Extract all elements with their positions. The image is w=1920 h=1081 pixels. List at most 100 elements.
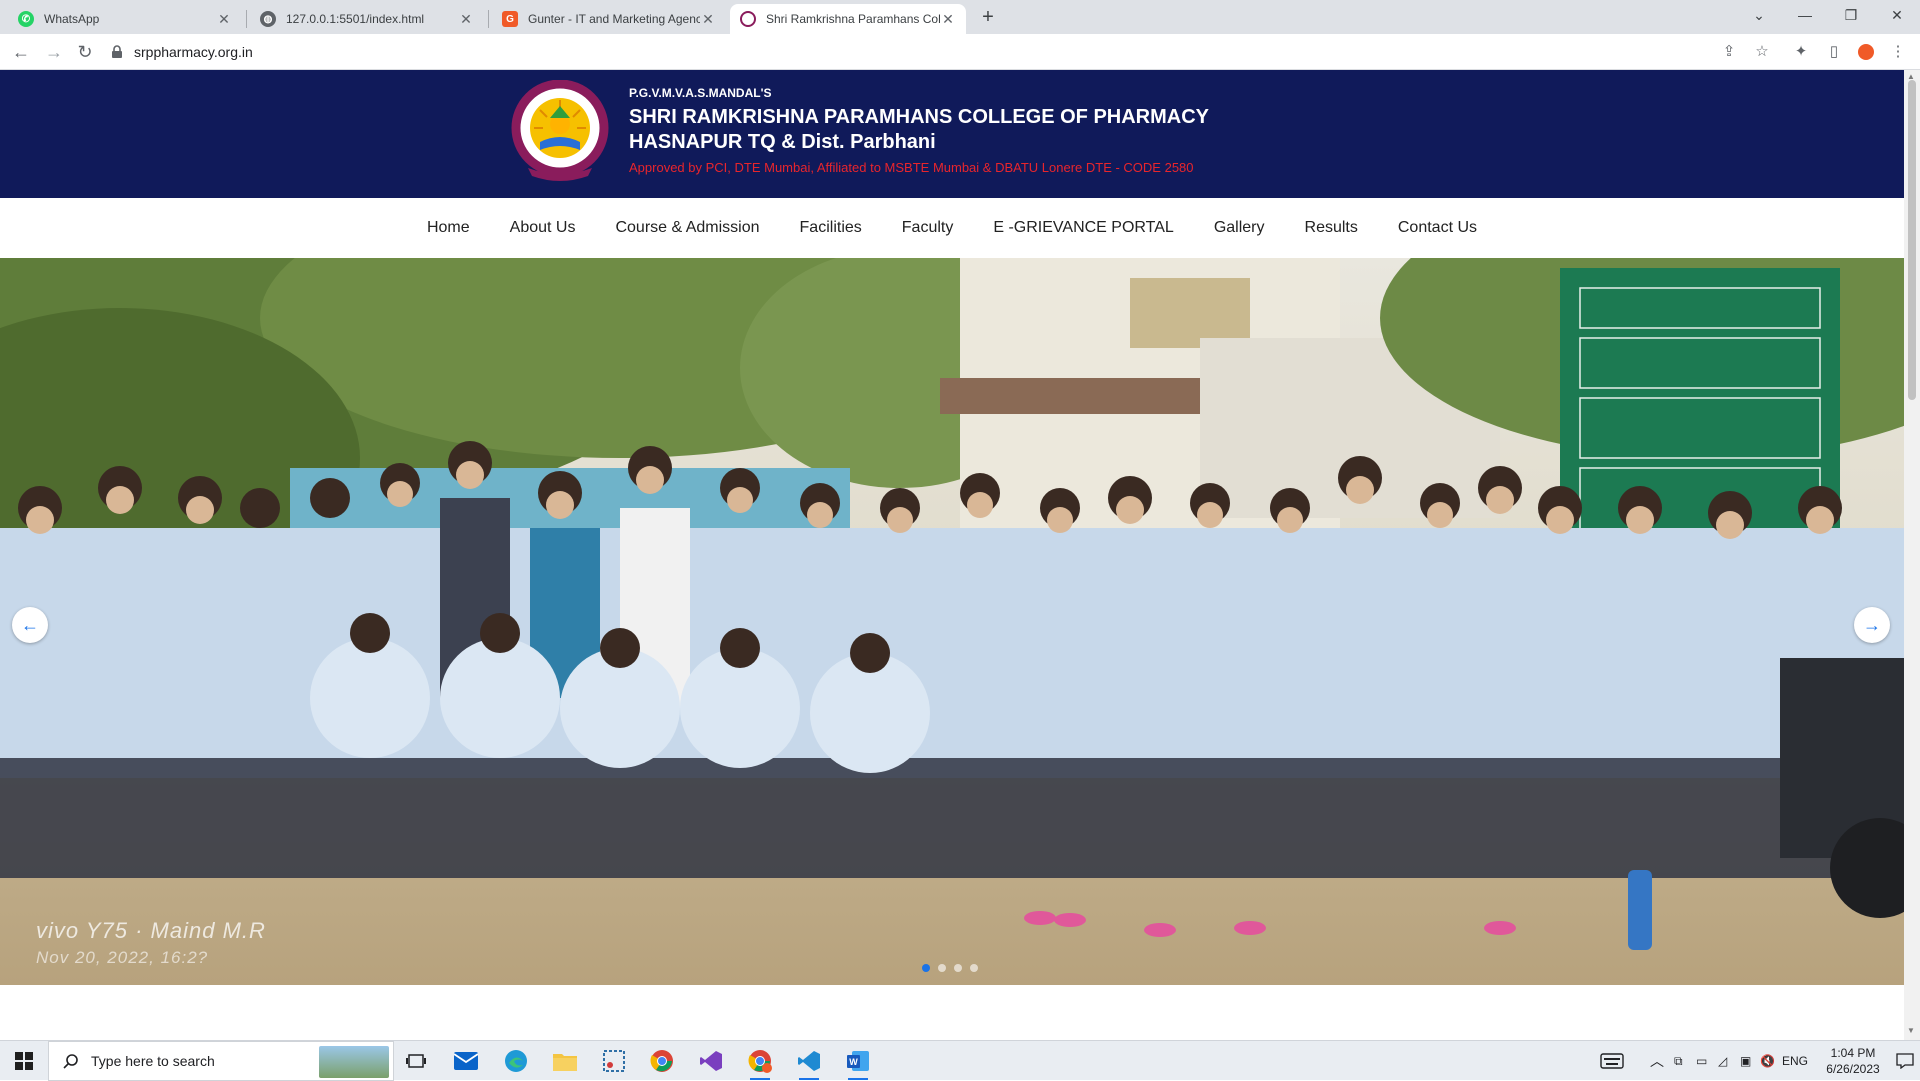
scrollbar-thumb[interactable] xyxy=(1908,80,1916,400)
taskbar-search[interactable]: Type here to search xyxy=(48,1041,394,1081)
minimize-button[interactable]: — xyxy=(1782,0,1828,30)
tab-title: Shri Ramkrishna Paramhans Colle xyxy=(766,12,940,26)
notifications-icon[interactable] xyxy=(1896,1041,1914,1081)
college-logo[interactable] xyxy=(510,80,610,184)
search-icon xyxy=(63,1054,78,1069)
language-indicator[interactable]: ENG xyxy=(1782,1041,1808,1081)
file-explorer-icon[interactable] xyxy=(545,1045,585,1077)
nav-course-admission[interactable]: Course & Admission xyxy=(595,219,779,237)
network-icon[interactable]: ◿ xyxy=(1718,1041,1727,1081)
tab-college[interactable]: Shri Ramkrishna Paramhans Colle ✕ xyxy=(730,4,966,34)
reload-button[interactable]: ↻ xyxy=(72,39,98,65)
vscode-icon[interactable] xyxy=(789,1045,829,1080)
meet-now-icon[interactable]: ⧉ xyxy=(1674,1041,1683,1081)
menu-icon[interactable]: ⋮ xyxy=(1888,42,1908,62)
nav-home[interactable]: Home xyxy=(407,219,490,237)
word-icon[interactable]: W xyxy=(838,1045,878,1080)
globe-icon: ◍ xyxy=(260,11,276,27)
close-icon[interactable]: ✕ xyxy=(700,11,716,28)
svg-text:W: W xyxy=(849,1057,858,1067)
carousel-next-button[interactable]: → xyxy=(1854,607,1890,643)
extensions-icon[interactable]: ✦ xyxy=(1791,42,1811,62)
arrow-left-icon: ← xyxy=(21,614,39,635)
visual-studio-icon[interactable] xyxy=(691,1045,731,1077)
tab-separator xyxy=(246,10,247,28)
whatsapp-icon: ✆ xyxy=(18,11,34,27)
back-button[interactable]: ← xyxy=(8,39,34,65)
clock-time: 1:04 PM xyxy=(1830,1046,1876,1060)
chrome-icon[interactable] xyxy=(642,1045,682,1077)
show-hidden-icons[interactable]: ︿ xyxy=(1650,1041,1664,1081)
tab-gunter[interactable]: G Gunter - IT and Marketing Agenc ✕ xyxy=(492,4,726,34)
tab-whatsapp[interactable]: ✆ WhatsApp ✕ xyxy=(8,4,242,34)
scroll-down-icon[interactable]: ▼ xyxy=(1907,1026,1915,1035)
search-placeholder: Type here to search xyxy=(91,1053,215,1069)
volume-muted-icon[interactable]: 🔇 xyxy=(1760,1041,1775,1081)
close-icon[interactable]: ✕ xyxy=(458,11,474,28)
side-panel-icon[interactable]: ▯ xyxy=(1824,42,1844,62)
edge-icon[interactable] xyxy=(496,1045,536,1077)
nav-facilities[interactable]: Facilities xyxy=(780,219,882,237)
trust-name: P.G.V.M.V.A.S.MANDAL'S xyxy=(629,86,772,100)
carousel-dot[interactable] xyxy=(922,964,930,972)
bookmark-star-icon[interactable]: ☆ xyxy=(1752,42,1772,62)
college-brand: P.G.V.M.V.A.S.MANDAL'S SHRI RAMKRISHNA P… xyxy=(629,86,1209,175)
chrome-active-icon[interactable] xyxy=(740,1045,780,1080)
gunter-icon: G xyxy=(502,11,518,27)
photo-watermark: vivo Y75 · Maind M.R xyxy=(36,918,266,943)
close-icon[interactable]: ✕ xyxy=(940,11,956,28)
college-icon xyxy=(740,11,756,27)
display-icon[interactable]: ▣ xyxy=(1740,1041,1751,1081)
tab-localhost[interactable]: ◍ 127.0.0.1:5501/index.html ✕ xyxy=(250,4,484,34)
page-scrollbar[interactable]: ▲ ▼ xyxy=(1904,70,1920,1040)
browser-tab-strip: ✆ WhatsApp ✕ ◍ 127.0.0.1:5501/index.html… xyxy=(0,0,1920,34)
college-name: SHRI RAMKRISHNA PARAMHANS COLLEGE OF PHA… xyxy=(629,106,1209,128)
lock-icon xyxy=(112,45,122,58)
close-icon[interactable]: ✕ xyxy=(216,11,232,28)
main-navigation: Home About Us Course & Admission Facilit… xyxy=(0,198,1904,258)
nav-gallery[interactable]: Gallery xyxy=(1194,219,1285,237)
nav-about-us[interactable]: About Us xyxy=(490,219,596,237)
nav-contact-us[interactable]: Contact Us xyxy=(1378,219,1497,237)
carousel-prev-button[interactable]: ← xyxy=(12,607,48,643)
mail-icon[interactable] xyxy=(446,1045,486,1077)
site-header: P.G.V.M.V.A.S.MANDAL'S SHRI RAMKRISHNA P… xyxy=(0,70,1904,198)
snipping-tool-icon[interactable] xyxy=(594,1045,634,1077)
nav-grievance-portal[interactable]: E -GRIEVANCE PORTAL xyxy=(973,219,1193,237)
restore-button[interactable]: ❐ xyxy=(1828,0,1874,30)
start-button[interactable] xyxy=(0,1041,48,1081)
tab-title: 127.0.0.1:5501/index.html xyxy=(286,12,425,26)
battery-icon[interactable]: ▭ xyxy=(1696,1041,1707,1081)
arrow-right-icon: → xyxy=(1863,614,1881,635)
carousel-dot[interactable] xyxy=(970,964,978,972)
photo-timestamp: Nov 20, 2022, 16:2? xyxy=(36,948,209,967)
carousel-indicators xyxy=(922,964,978,972)
system-clock[interactable]: 1:04 PM 6/26/2023 xyxy=(1818,1045,1888,1077)
tab-title: Gunter - IT and Marketing Agenc xyxy=(528,12,700,26)
profile-avatar[interactable] xyxy=(1856,42,1876,62)
nav-results[interactable]: Results xyxy=(1285,219,1378,237)
windows-taskbar: Type here to search W ︿ ⧉ ▭ ◿ ▣ 🔇 ENG 1:… xyxy=(0,1040,1920,1081)
group-photo xyxy=(0,258,1904,985)
new-tab-button[interactable]: + xyxy=(976,6,1000,30)
carousel-dot[interactable] xyxy=(938,964,946,972)
college-location: HASNAPUR TQ & Dist. Parbhani xyxy=(629,131,936,153)
tab-title: WhatsApp xyxy=(44,12,100,26)
search-highlight-image xyxy=(319,1046,389,1078)
approval-text: Approved by PCI, DTE Mumbai, Affiliated … xyxy=(629,160,1194,175)
task-view-icon[interactable] xyxy=(396,1045,436,1077)
url-text: srppharmacy.org.in xyxy=(134,44,253,60)
address-bar[interactable]: srppharmacy.org.in xyxy=(110,38,1780,66)
windows-icon xyxy=(15,1052,33,1070)
keyboard-icon[interactable] xyxy=(1600,1041,1624,1081)
hero-carousel[interactable]: vivo Y75 · Maind M.R Nov 20, 2022, 16:2?… xyxy=(0,258,1904,985)
share-icon[interactable]: ⇪ xyxy=(1719,42,1739,62)
tab-separator xyxy=(488,10,489,28)
nav-faculty[interactable]: Faculty xyxy=(882,219,974,237)
carousel-dot[interactable] xyxy=(954,964,962,972)
browser-toolbar: ← → ↻ srppharmacy.org.in ⇪ ☆ ✦ ▯ ⋮ xyxy=(0,34,1920,70)
clock-date: 6/26/2023 xyxy=(1826,1062,1880,1076)
close-window-button[interactable]: ✕ xyxy=(1874,0,1920,30)
forward-button[interactable]: → xyxy=(41,39,67,65)
tab-search-button[interactable]: ⌄ xyxy=(1736,0,1782,30)
